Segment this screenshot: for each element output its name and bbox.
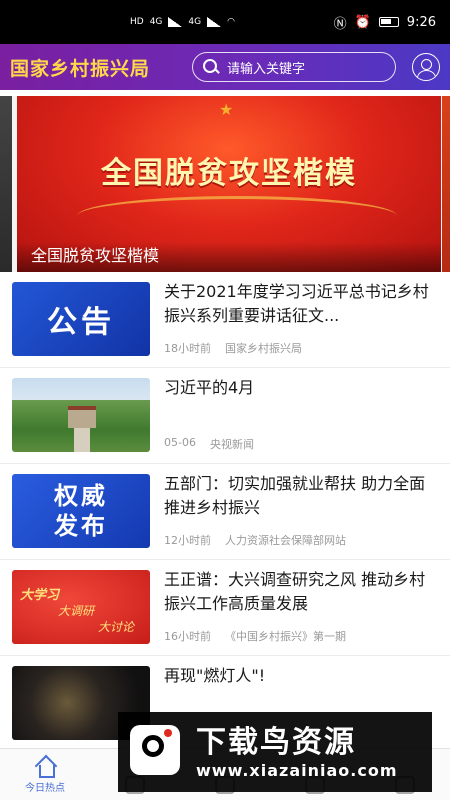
battery-icon	[378, 17, 399, 27]
search-input[interactable]: 请输入关键字	[192, 52, 396, 82]
news-title: 王正谱：大兴调查研究之风 推动乡村振兴工作高质量发展	[164, 570, 426, 613]
banner-slide[interactable]: ★ 全国脱贫攻坚楷模 全国脱贫攻坚楷模	[17, 96, 441, 272]
list-item[interactable]: 公告 关于2021年度学习习近平总书记乡村振兴系列重要讲话征文... 18小时前…	[0, 272, 450, 368]
news-title: 习近平的4月	[164, 378, 255, 397]
monument-image	[68, 406, 96, 428]
alarm-icon: ⏰	[354, 14, 371, 30]
signal-icon	[207, 17, 222, 27]
news-thumbnail: 大学习 大调研 大讨论	[12, 570, 150, 644]
signal-icon	[168, 17, 183, 27]
app-header: 国家乡村振兴局 请输入关键字	[0, 44, 450, 90]
user-icon[interactable]	[412, 53, 440, 81]
banner-decoration	[77, 196, 397, 236]
news-meta: 05-06 央视新闻	[164, 436, 254, 452]
news-source: 央视新闻	[209, 438, 254, 451]
banner-caption: 全国脱贫攻坚楷模	[31, 246, 160, 265]
thumbnail-text-3: 大讨论	[98, 620, 135, 634]
list-item[interactable]: 大学习 大调研 大讨论 王正谱：大兴调查研究之风 推动乡村振兴工作高质量发展 1…	[0, 560, 450, 656]
list-item[interactable]: 习近平的4月 05-06 央视新闻	[0, 368, 450, 464]
news-thumbnail	[12, 378, 150, 452]
watermark-logo-icon	[128, 721, 186, 783]
home-icon	[34, 757, 56, 778]
news-meta: 18小时前 国家乡村振兴局	[164, 340, 302, 356]
nav-tab-label: 今日热点	[25, 783, 65, 794]
nav-tab-today-hot[interactable]: 今日热点	[0, 749, 90, 800]
status-bar: HD 4G 4G ◠ Ⓝ ⏰ 9:26	[0, 0, 450, 44]
wifi-icon: ◠	[227, 17, 235, 27]
news-source: 人力资源社会保障部网站	[225, 534, 346, 547]
news-thumbnail: 公告	[12, 282, 150, 356]
news-title: 五部门：切实加强就业帮扶 助力全面推进乡村振兴	[164, 474, 426, 517]
news-title: 关于2021年度学习习近平总书记乡村振兴系列重要讲话征文...	[164, 282, 429, 325]
network-indicators: HD 4G 4G ◠	[130, 17, 235, 27]
banner-headline: 全国脱贫攻坚楷模	[101, 156, 357, 191]
status-right: Ⓝ ⏰ 9:26	[334, 13, 436, 32]
news-title: 再现"燃灯人"!	[164, 666, 266, 685]
search-placeholder: 请输入关键字	[227, 61, 306, 77]
nfc-icon: Ⓝ	[333, 16, 347, 32]
news-meta: 12小时前 人力资源社会保障部网站	[164, 532, 346, 548]
clock: 9:26	[406, 14, 436, 30]
network-label-1: 4G	[149, 17, 163, 27]
thumbnail-text-1: 大学习	[20, 588, 60, 603]
news-time: 12小时前	[164, 534, 211, 547]
news-time: 05-06	[164, 436, 196, 449]
news-thumbnail: 权威发布	[12, 474, 150, 548]
watermark-title: 下载鸟资源	[196, 724, 356, 760]
thumbnail-label: 权威发布	[54, 482, 108, 540]
app-title: 国家乡村振兴局	[10, 57, 151, 80]
news-time: 16小时前	[164, 630, 211, 643]
banner-next-slide[interactable]	[442, 96, 450, 272]
network-label-2: 4G	[188, 17, 202, 27]
watermark-overlay: 下载鸟资源 www.xiazainiao.com	[118, 712, 432, 792]
star-icon: ★	[219, 100, 234, 119]
banner-carousel[interactable]: ★ 全国脱贫攻坚楷模 全国脱贫攻坚楷模	[0, 96, 450, 272]
news-source: 国家乡村振兴局	[225, 342, 302, 355]
hd-label: HD	[130, 17, 144, 27]
search-icon	[203, 59, 219, 75]
watermark-text: 下载鸟资源 www.xiazainiao.com	[196, 725, 397, 780]
path-image	[74, 428, 90, 452]
thumbnail-text-2: 大调研	[58, 604, 95, 618]
news-time: 18小时前	[164, 342, 211, 355]
news-list: 公告 关于2021年度学习习近平总书记乡村振兴系列重要讲话征文... 18小时前…	[0, 272, 450, 752]
watermark-url: www.xiazainiao.com	[196, 760, 398, 780]
news-source: 《中国乡村振兴》第一期	[225, 630, 346, 643]
banner-prev-slide[interactable]	[0, 96, 12, 272]
list-item[interactable]: 权威发布 五部门：切实加强就业帮扶 助力全面推进乡村振兴 12小时前 人力资源社…	[0, 464, 450, 560]
news-meta: 16小时前 《中国乡村振兴》第一期	[164, 628, 346, 644]
